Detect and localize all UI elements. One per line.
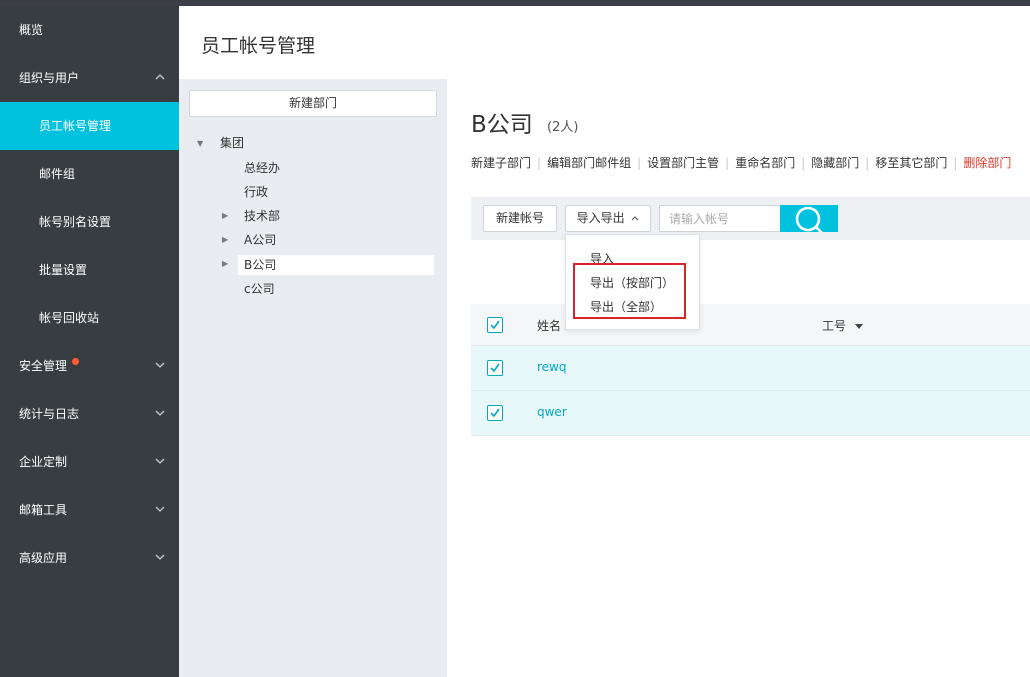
sidebar-item-employee-accounts[interactable]: 员工帐号管理 bbox=[0, 102, 179, 150]
caret-right-icon[interactable]: ▶ bbox=[222, 235, 228, 244]
notification-dot bbox=[72, 358, 79, 365]
account-toolbar: 新建帐号 导入导出 bbox=[471, 197, 1030, 240]
checkbox-checked-icon[interactable] bbox=[487, 360, 503, 376]
sidebar-item-mail-tools[interactable]: 邮箱工具 bbox=[0, 486, 179, 534]
table-header: 姓名 工号 bbox=[471, 304, 1030, 346]
tree-node-admin[interactable]: 行政 bbox=[244, 182, 268, 202]
page-title: 员工帐号管理 bbox=[201, 35, 316, 57]
department-tree-panel: 新建部门 ▼ 集团 总经办 行政 ▶ 技术部 ▶ A公司 ▶ B公司 c公司 bbox=[179, 79, 447, 677]
chevron-down-icon bbox=[155, 486, 165, 534]
sidebar-item-org-users[interactable]: 组织与用户 bbox=[0, 54, 179, 102]
divider: | bbox=[725, 156, 730, 170]
sidebar-item-account-recycle[interactable]: 帐号回收站 bbox=[0, 294, 179, 342]
column-header-name[interactable]: 姓名 bbox=[537, 317, 561, 334]
action-set-dept-manager[interactable]: 设置部门主管 bbox=[647, 154, 719, 171]
chevron-up-icon bbox=[155, 54, 165, 102]
sidebar-item-overview[interactable]: 概览 bbox=[0, 6, 179, 54]
divider: | bbox=[537, 156, 542, 170]
tree-node-group[interactable]: 集团 bbox=[220, 133, 244, 153]
sidebar-item-stats-logs[interactable]: 统计与日志 bbox=[0, 390, 179, 438]
search-button[interactable] bbox=[780, 205, 838, 232]
divider: | bbox=[953, 156, 958, 170]
sidebar-item-account-alias[interactable]: 帐号别名设置 bbox=[0, 198, 179, 246]
divider: | bbox=[801, 156, 806, 170]
account-name-link[interactable]: qwer bbox=[537, 405, 567, 419]
chevron-down-icon bbox=[155, 390, 165, 438]
divider: | bbox=[865, 156, 870, 170]
action-hide-dept[interactable]: 隐藏部门 bbox=[811, 154, 859, 171]
checkbox-checked-icon[interactable] bbox=[487, 405, 503, 421]
chevron-down-icon bbox=[155, 342, 165, 390]
action-move-dept[interactable]: 移至其它部门 bbox=[875, 154, 947, 171]
sidebar-item-batch-settings[interactable]: 批量设置 bbox=[0, 246, 179, 294]
import-export-button[interactable]: 导入导出 bbox=[565, 205, 651, 232]
new-department-button[interactable]: 新建部门 bbox=[189, 90, 437, 117]
new-account-button[interactable]: 新建帐号 bbox=[483, 205, 557, 232]
main-content: B公司 (2人) 新建子部门 | 编辑部门邮件组 | 设置部门主管 | 重命名部门 | 隐藏部门… bbox=[447, 79, 1030, 677]
divider: | bbox=[637, 156, 642, 170]
caret-right-icon[interactable]: ▶ bbox=[222, 211, 228, 220]
action-edit-dept-mailgroup[interactable]: 编辑部门邮件组 bbox=[547, 154, 631, 171]
action-new-sub-dept[interactable]: 新建子部门 bbox=[471, 154, 531, 171]
chevron-down-icon bbox=[155, 438, 165, 486]
tree-node-company-b[interactable]: B公司 bbox=[238, 255, 434, 275]
caret-right-icon[interactable]: ▶ bbox=[222, 259, 228, 268]
checkbox-checked-icon[interactable] bbox=[487, 317, 503, 333]
sidebar-item-security[interactable]: 安全管理 bbox=[0, 342, 179, 390]
page-header: 员工帐号管理 bbox=[179, 6, 1030, 79]
sort-down-icon bbox=[854, 324, 863, 329]
account-name-link[interactable]: rewq bbox=[537, 360, 566, 374]
search-icon bbox=[795, 206, 823, 232]
tree-node-general-office[interactable]: 总经办 bbox=[244, 158, 280, 178]
caret-down-icon[interactable]: ▼ bbox=[197, 139, 203, 148]
sidebar-item-advanced[interactable]: 高级应用 bbox=[0, 534, 179, 582]
action-rename-dept[interactable]: 重命名部门 bbox=[735, 154, 795, 171]
department-title: B公司 bbox=[471, 112, 533, 138]
sidebar: 概览 组织与用户 员工帐号管理 邮件组 帐号别名设置 批量设置 帐号回收站 安全… bbox=[0, 6, 179, 677]
sidebar-item-customization[interactable]: 企业定制 bbox=[0, 438, 179, 486]
tree-node-company-a[interactable]: A公司 bbox=[244, 230, 276, 250]
tree-node-company-c[interactable]: c公司 bbox=[244, 279, 275, 299]
member-count: (2人) bbox=[547, 120, 579, 135]
account-search-input[interactable] bbox=[659, 205, 781, 232]
table-row[interactable]: rewq bbox=[471, 346, 1030, 391]
table-row[interactable]: qwer bbox=[471, 391, 1030, 436]
department-actions: 新建子部门 | 编辑部门邮件组 | 设置部门主管 | 重命名部门 | 隐藏部门 | 移至其它部门 | 删… bbox=[471, 154, 1011, 171]
import-export-dropdown: 导入 导出（按部门） 导出（全部） bbox=[565, 234, 700, 330]
sidebar-item-mail-groups[interactable]: 邮件组 bbox=[0, 150, 179, 198]
action-delete-dept[interactable]: 删除部门 bbox=[963, 154, 1011, 171]
tree-node-tech[interactable]: 技术部 bbox=[244, 206, 280, 226]
chevron-up-icon bbox=[632, 216, 639, 221]
highlight-box bbox=[573, 263, 686, 319]
chevron-down-icon bbox=[155, 534, 165, 582]
column-header-id[interactable]: 工号 bbox=[822, 317, 863, 334]
